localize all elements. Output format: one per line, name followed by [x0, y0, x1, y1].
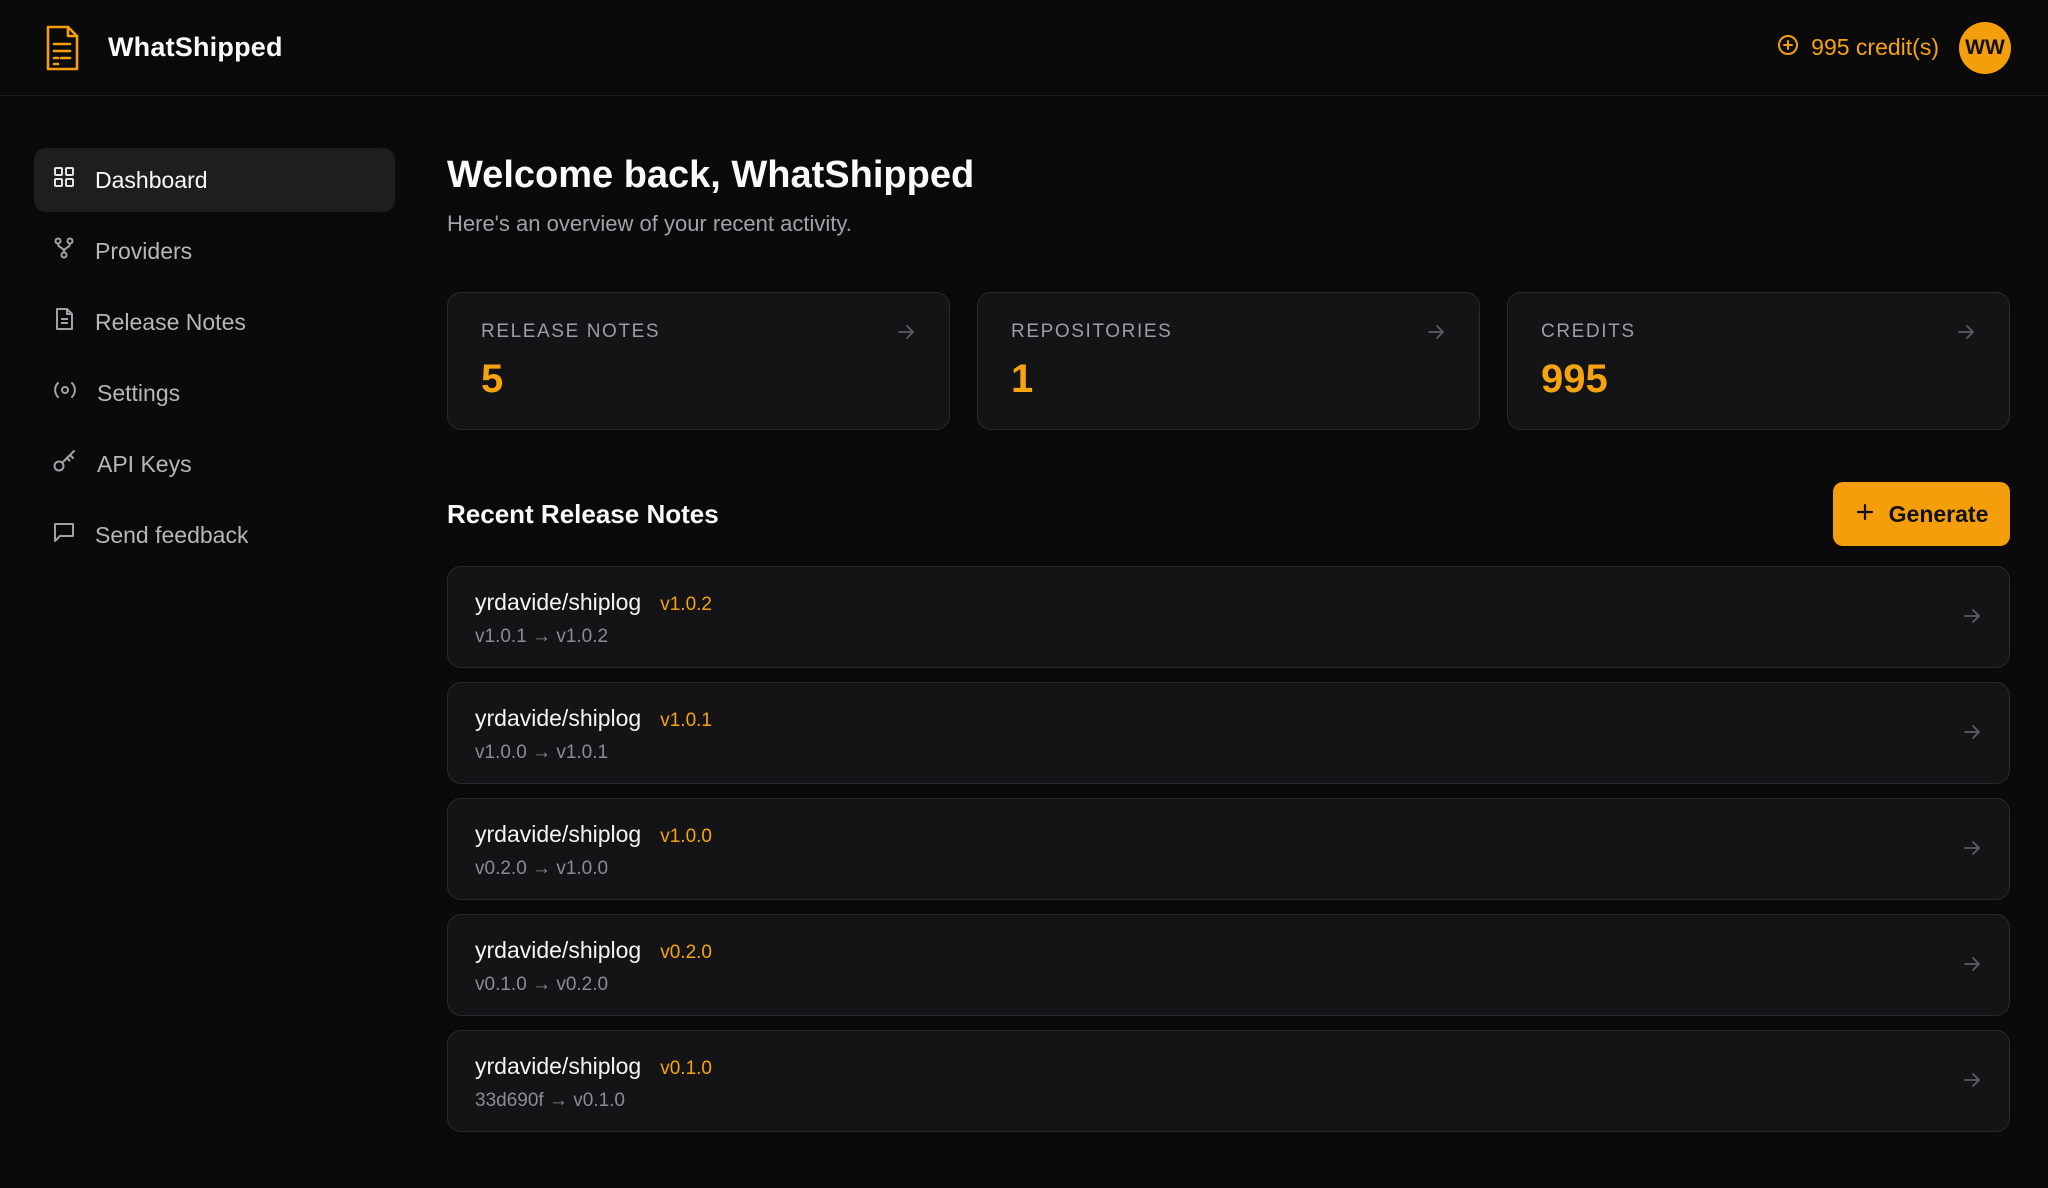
sidebar-item-settings[interactable]: Settings	[34, 361, 395, 425]
arrow-right-icon	[1963, 1071, 1981, 1094]
arrow-right-icon	[1427, 323, 1445, 346]
release-note-item[interactable]: yrdavide/shiplog v1.0.2 v1.0.1 → v1.0.2	[447, 566, 2010, 668]
repo-name: yrdavide/shiplog	[475, 821, 642, 847]
arrow-right-icon	[1963, 723, 1981, 746]
release-note-item[interactable]: yrdavide/shiplog v1.0.1 v1.0.0 → v1.0.1	[447, 682, 2010, 784]
sidebar-item-release-notes[interactable]: Release Notes	[34, 290, 395, 354]
repo-name: yrdavide/shiplog	[475, 1053, 642, 1079]
version-range: v0.1.0 → v0.2.0	[475, 974, 609, 995]
sidebar-item-label: Dashboard	[95, 166, 208, 193]
version-tag: v1.0.1	[660, 710, 712, 731]
main-content: Welcome back, WhatShipped Here's an over…	[447, 148, 2010, 1146]
sidebar-item-api-keys[interactable]: API Keys	[34, 432, 395, 496]
sidebar-item-providers[interactable]: Providers	[34, 219, 395, 283]
credits-label: 995 credit(s)	[1811, 34, 1939, 60]
sidebar-item-label: Release Notes	[95, 308, 246, 335]
repo-name: yrdavide/shiplog	[475, 705, 642, 731]
sidebar-item-label: Send feedback	[95, 521, 249, 548]
arrow-right-icon	[1963, 955, 1981, 978]
version-tag: v0.1.0	[660, 1058, 712, 1079]
git-fork-icon	[52, 236, 76, 266]
page-title: Welcome back, WhatShipped	[447, 154, 975, 196]
stat-card-repositories[interactable]: REPOSITORIES 1	[977, 292, 1480, 430]
radio-settings-icon	[52, 378, 78, 408]
version-range: v0.2.0 → v1.0.0	[475, 858, 609, 879]
version-range: v1.0.0 → v1.0.1	[475, 742, 609, 763]
brand[interactable]: WhatShipped	[42, 22, 283, 74]
version-range: v1.0.1 → v1.0.2	[475, 626, 609, 647]
repo-name: yrdavide/shiplog	[475, 937, 642, 963]
file-text-icon	[52, 307, 76, 337]
stat-label: RELEASE NOTES	[481, 321, 661, 342]
arrow-right-icon	[1957, 323, 1975, 346]
sidebar: Dashboard Providers Release Notes Settin…	[34, 148, 395, 574]
sidebar-item-label: Providers	[95, 237, 193, 264]
credits-indicator[interactable]: 995 credit(s)	[1777, 34, 1939, 62]
generate-label: Generate	[1888, 500, 1989, 527]
plus-icon	[1855, 501, 1875, 528]
version-range: 33d690f → v0.1.0	[475, 1090, 625, 1111]
key-icon	[52, 448, 78, 480]
sidebar-item-label: Settings	[97, 379, 181, 406]
sidebar-item-label: API Keys	[97, 450, 192, 477]
sidebar-item-send-feedback[interactable]: Send feedback	[34, 503, 395, 567]
stat-label: CREDITS	[1541, 321, 1636, 342]
top-bar: WhatShipped 995 credit(s) WW	[0, 0, 2048, 96]
arrow-right-icon	[1963, 839, 1981, 862]
recent-section-header: Recent Release Notes Generate	[447, 482, 2010, 546]
plus-circle-icon	[1777, 34, 1799, 62]
stat-card-credits[interactable]: CREDITS 995	[1507, 292, 2010, 430]
sidebar-item-dashboard[interactable]: Dashboard	[34, 148, 395, 212]
release-note-item[interactable]: yrdavide/shiplog v1.0.0 v0.2.0 → v1.0.0	[447, 798, 2010, 900]
version-tag: v1.0.0	[660, 826, 712, 847]
page-subtitle: Here's an overview of your recent activi…	[447, 211, 852, 236]
stat-card-release-notes[interactable]: RELEASE NOTES 5	[447, 292, 950, 430]
arrow-right-icon	[897, 323, 915, 346]
document-logo-icon	[42, 22, 82, 74]
version-tag: v0.2.0	[660, 942, 712, 963]
stat-value: 5	[481, 357, 504, 401]
user-avatar[interactable]: WW	[1959, 21, 2011, 74]
release-notes-list: yrdavide/shiplog v1.0.2 v1.0.1 → v1.0.2 …	[447, 566, 2010, 1132]
release-note-item[interactable]: yrdavide/shiplog v0.1.0 33d690f → v0.1.0	[447, 1030, 2010, 1132]
generate-button[interactable]: Generate	[1833, 482, 2010, 546]
version-tag: v1.0.2	[660, 594, 712, 615]
section-title: Recent Release Notes	[447, 498, 719, 529]
stat-label: REPOSITORIES	[1011, 321, 1173, 342]
stat-value: 995	[1541, 357, 1608, 401]
message-square-icon	[52, 520, 76, 550]
stat-value: 1	[1011, 357, 1034, 401]
release-note-item[interactable]: yrdavide/shiplog v0.2.0 v0.1.0 → v0.2.0	[447, 914, 2010, 1016]
arrow-right-icon	[1963, 607, 1981, 630]
grid-icon	[52, 165, 76, 195]
repo-name: yrdavide/shiplog	[475, 589, 642, 615]
stats-row: RELEASE NOTES 5 REPOSITORIES 1 CREDITS 9…	[447, 292, 2010, 430]
app-name: WhatShipped	[108, 32, 283, 62]
